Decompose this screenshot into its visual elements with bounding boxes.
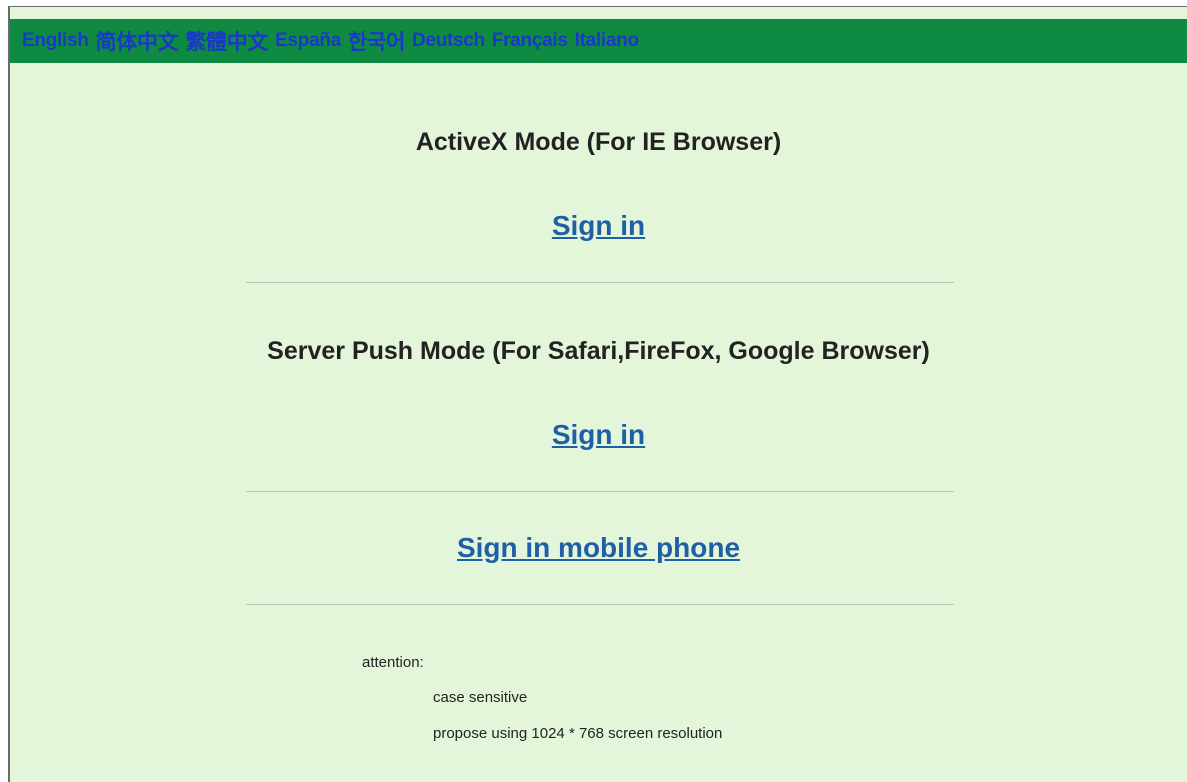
attention-item: case sensitive	[433, 689, 528, 706]
server-push-signin-link[interactable]: Sign in	[552, 419, 645, 450]
attention-label: attention:	[362, 654, 424, 671]
language-link-english[interactable]: English	[22, 30, 89, 52]
attention-item: propose using 1024 * 768 screen resoluti…	[433, 725, 723, 742]
language-link-italian[interactable]: Italiano	[575, 30, 639, 52]
divider	[246, 604, 954, 605]
activex-mode-title: ActiveX Mode (For IE Browser)	[415, 128, 782, 156]
language-link-simplified-chinese[interactable]: 简体中文	[96, 26, 179, 56]
language-link-traditional-chinese[interactable]: 繁體中文	[185, 26, 268, 56]
divider	[246, 282, 954, 283]
language-link-spanish[interactable]: España	[275, 30, 341, 52]
activex-signin-link[interactable]: Sign in	[552, 210, 645, 241]
divider	[246, 491, 954, 492]
server-push-signin-container: Sign in	[10, 419, 1187, 451]
mobile-signin-container: Sign in mobile phone	[10, 532, 1187, 564]
language-link-german[interactable]: Deutsch	[412, 30, 485, 52]
language-bar: English 简体中文 繁體中文 España 한국어 Deutsch Fra…	[10, 19, 1187, 63]
language-link-french[interactable]: Français	[492, 30, 568, 52]
server-push-mode-title: Server Push Mode (For Safari,FireFox, Go…	[267, 337, 930, 365]
mobile-signin-link[interactable]: Sign in mobile phone	[457, 532, 740, 563]
activex-signin-container: Sign in	[10, 210, 1187, 242]
language-link-korean[interactable]: 한국어	[348, 26, 405, 56]
page-frame: English 简体中文 繁體中文 España 한국어 Deutsch Fra…	[8, 6, 1187, 782]
